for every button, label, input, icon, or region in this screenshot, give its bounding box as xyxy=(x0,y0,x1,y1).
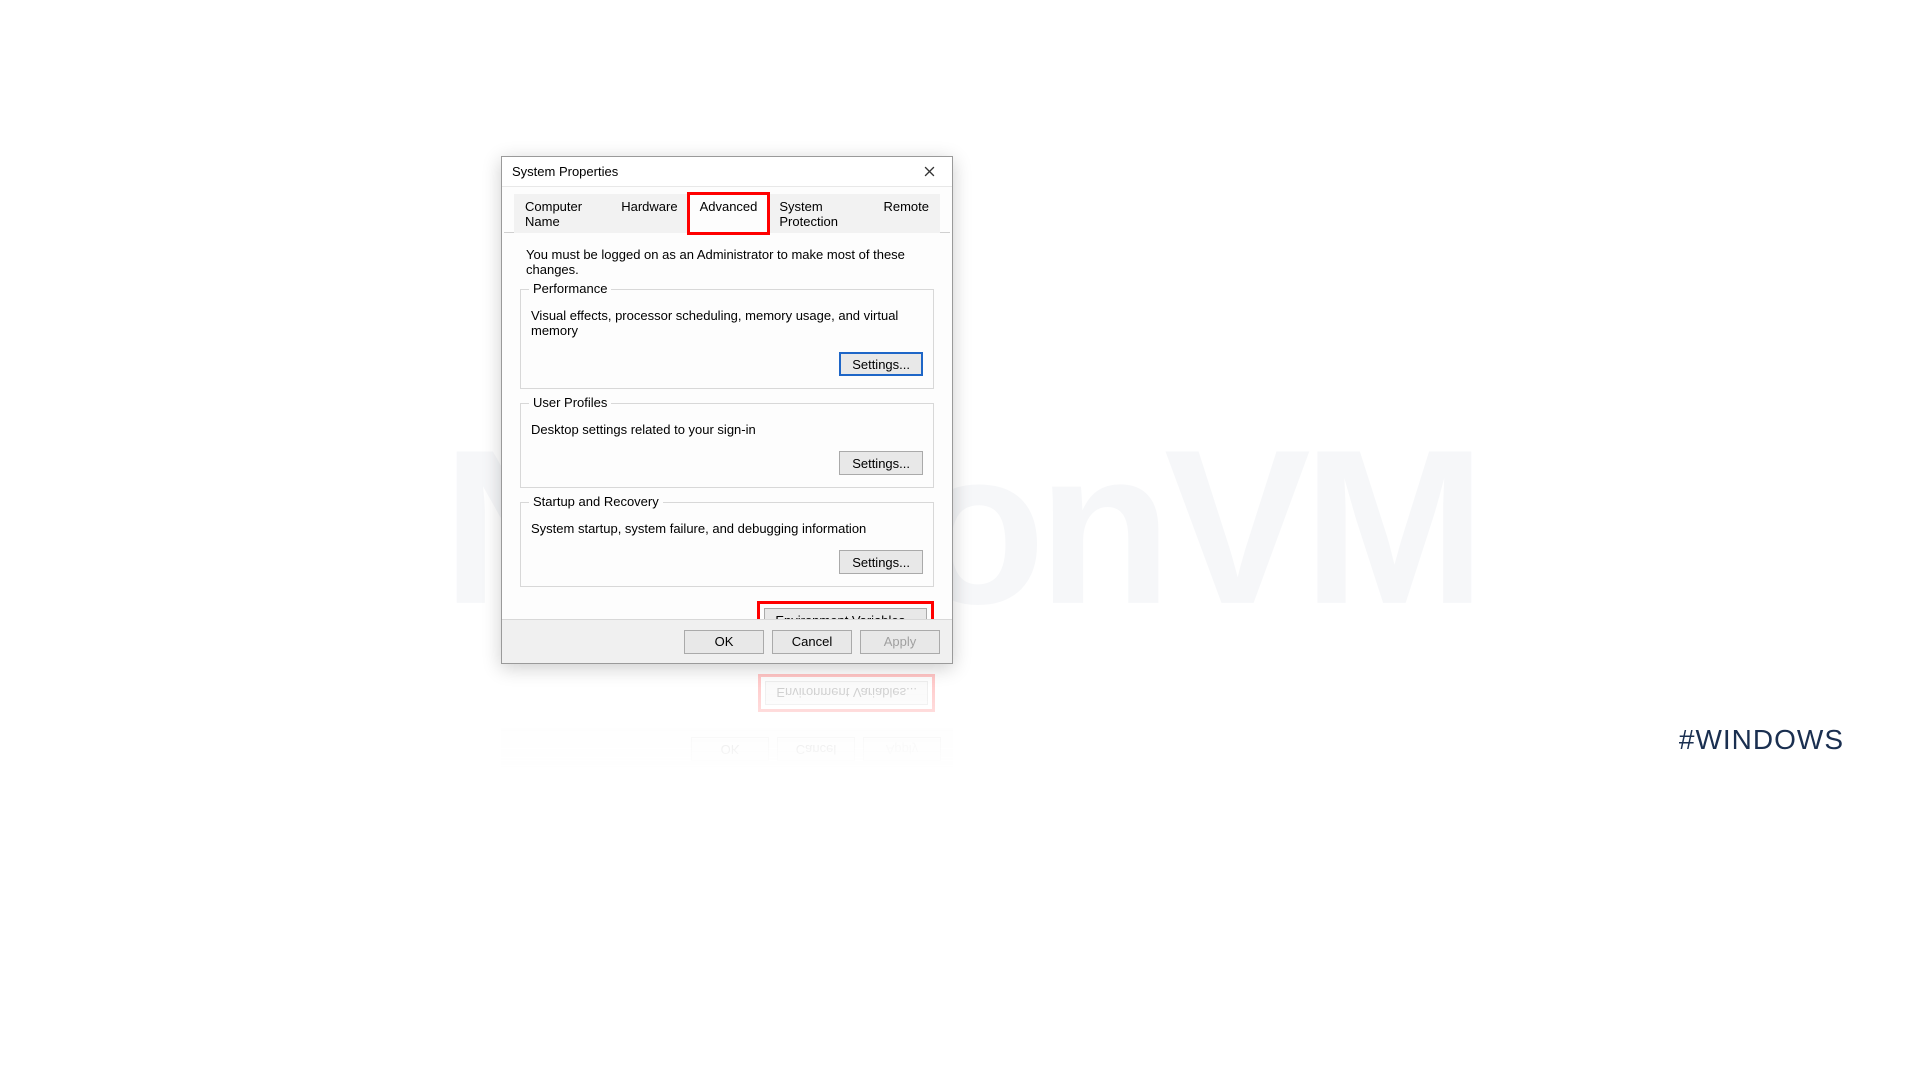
window-title: System Properties xyxy=(512,164,618,179)
group-user-profiles: User Profiles Desktop settings related t… xyxy=(520,403,934,488)
apply-button[interactable]: Apply xyxy=(860,630,940,654)
cancel-button[interactable]: Cancel xyxy=(772,630,852,654)
tab-strip: Computer Name Hardware Advanced System P… xyxy=(504,187,950,233)
close-icon xyxy=(924,166,935,177)
ok-button[interactable]: OK xyxy=(684,630,764,654)
titlebar: System Properties xyxy=(502,157,952,187)
group-startup-recovery-desc: System startup, system failure, and debu… xyxy=(531,521,923,536)
close-button[interactable] xyxy=(906,157,952,187)
group-startup-recovery: Startup and Recovery System startup, sys… xyxy=(520,502,934,587)
tab-system-protection[interactable]: System Protection xyxy=(768,194,872,233)
tab-content-advanced: You must be logged on as an Administrato… xyxy=(502,233,952,649)
tab-hardware[interactable]: Hardware xyxy=(610,194,688,233)
group-performance-desc: Visual effects, processor scheduling, me… xyxy=(531,308,923,338)
tab-computer-name[interactable]: Computer Name xyxy=(514,194,610,233)
group-performance: Performance Visual effects, processor sc… xyxy=(520,289,934,389)
tab-remote[interactable]: Remote xyxy=(872,194,940,233)
system-properties-dialog: System Properties Computer Name Hardware… xyxy=(501,156,953,664)
hashtag-label: #WINDOWS xyxy=(1679,724,1844,756)
user-profiles-settings-button[interactable]: Settings... xyxy=(839,451,923,475)
group-performance-legend: Performance xyxy=(529,281,611,296)
group-user-profiles-legend: User Profiles xyxy=(529,395,611,410)
tab-advanced[interactable]: Advanced xyxy=(689,194,769,233)
performance-settings-button[interactable]: Settings... xyxy=(839,352,923,376)
startup-recovery-settings-button[interactable]: Settings... xyxy=(839,550,923,574)
admin-notice: You must be logged on as an Administrato… xyxy=(526,247,934,277)
dialog-footer: OK Cancel Apply xyxy=(502,619,952,663)
group-user-profiles-desc: Desktop settings related to your sign-in xyxy=(531,422,923,437)
reflection-decoration: OK Cancel Apply Environment Variables... xyxy=(501,664,953,772)
group-startup-recovery-legend: Startup and Recovery xyxy=(529,494,663,509)
